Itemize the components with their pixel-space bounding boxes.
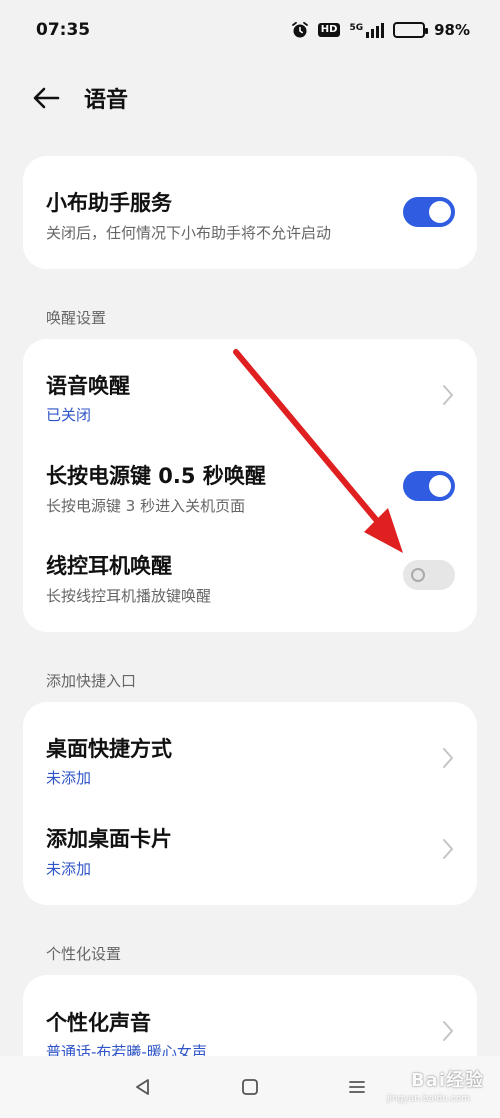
desktop-shortcut-title: 桌面快捷方式 <box>46 737 172 761</box>
recents-menu-icon[interactable] <box>347 1077 367 1097</box>
wake-settings-card: 语音唤醒 已关闭 长按电源键 0.5 秒唤醒 长按电源键 3 秒进入关机页面 线… <box>23 339 477 632</box>
desktop-card-row[interactable]: 添加桌面卡片 未添加 <box>23 803 477 905</box>
back-triangle-icon[interactable] <box>133 1077 153 1097</box>
status-bar: 07:35 HD 5G 98% <box>0 0 500 60</box>
wired-headset-wake-title: 线控耳机唤醒 <box>46 554 172 578</box>
personal-voice-title: 个性化声音 <box>46 1011 151 1035</box>
power-key-wake-subtitle: 长按电源键 3 秒进入关机页面 <box>46 497 246 515</box>
wired-headset-wake-subtitle: 长按线控耳机播放键唤醒 <box>46 587 212 605</box>
watermark-url: jingyan.baidu.com <box>386 1094 470 1104</box>
voice-wake-row[interactable]: 语音唤醒 已关闭 <box>23 339 477 435</box>
battery-percent: 98% <box>434 21 470 39</box>
page-header: 语音 <box>0 76 500 120</box>
desktop-card-title: 添加桌面卡片 <box>46 827 172 851</box>
toggle-knob <box>411 568 425 582</box>
power-key-wake-row[interactable]: 长按电源键 0.5 秒唤醒 长按电源键 3 秒进入关机页面 <box>23 435 477 531</box>
wired-headset-wake-row[interactable]: 线控耳机唤醒 长按线控耳机播放键唤醒 <box>23 531 477 632</box>
shortcut-entry-card: 桌面快捷方式 未添加 添加桌面卡片 未添加 <box>23 702 477 905</box>
personalization-label: 个性化设置 <box>46 945 122 963</box>
battery-icon <box>393 22 429 38</box>
wired-headset-wake-toggle[interactable] <box>403 560 455 590</box>
signal-icon: 5G <box>349 22 385 38</box>
desktop-shortcut-row[interactable]: 桌面快捷方式 未添加 <box>23 702 477 803</box>
page-title: 语音 <box>84 88 129 113</box>
back-button[interactable] <box>30 82 62 114</box>
alarm-icon <box>291 21 308 38</box>
assistant-service-row[interactable]: 小布助手服务 关闭后，任何情况下小布助手将不允许启动 <box>23 156 477 269</box>
assistant-service-subtitle: 关闭后，任何情况下小布助手将不允许启动 <box>46 224 332 242</box>
home-square-icon[interactable] <box>240 1077 260 1097</box>
status-icons: HD 5G 98% <box>291 21 470 39</box>
chevron-right-icon <box>443 385 453 405</box>
status-time: 07:35 <box>36 20 91 40</box>
chevron-right-icon <box>443 748 453 768</box>
toggle-knob <box>429 475 451 497</box>
wake-settings-label: 唤醒设置 <box>46 309 107 327</box>
back-arrow-icon <box>33 87 60 109</box>
chevron-right-icon <box>443 839 453 859</box>
desktop-card-status: 未添加 <box>46 860 92 878</box>
hd-badge: HD <box>317 23 341 37</box>
desktop-shortcut-status: 未添加 <box>46 769 92 787</box>
assistant-service-card: 小布助手服务 关闭后，任何情况下小布助手将不允许启动 <box>23 156 477 269</box>
voice-wake-title: 语音唤醒 <box>46 374 130 398</box>
power-key-wake-toggle[interactable] <box>403 471 455 501</box>
assistant-service-toggle[interactable] <box>403 197 455 227</box>
shortcut-entry-label: 添加快捷入口 <box>46 672 137 690</box>
voice-wake-status: 已关闭 <box>46 406 92 424</box>
network-type: 5G <box>349 22 364 33</box>
toggle-knob <box>429 201 451 223</box>
power-key-wake-title: 长按电源键 0.5 秒唤醒 <box>46 464 266 488</box>
chevron-right-icon <box>443 1021 453 1041</box>
watermark-text: Bai经验 <box>410 1070 484 1091</box>
assistant-service-title: 小布助手服务 <box>46 191 172 215</box>
